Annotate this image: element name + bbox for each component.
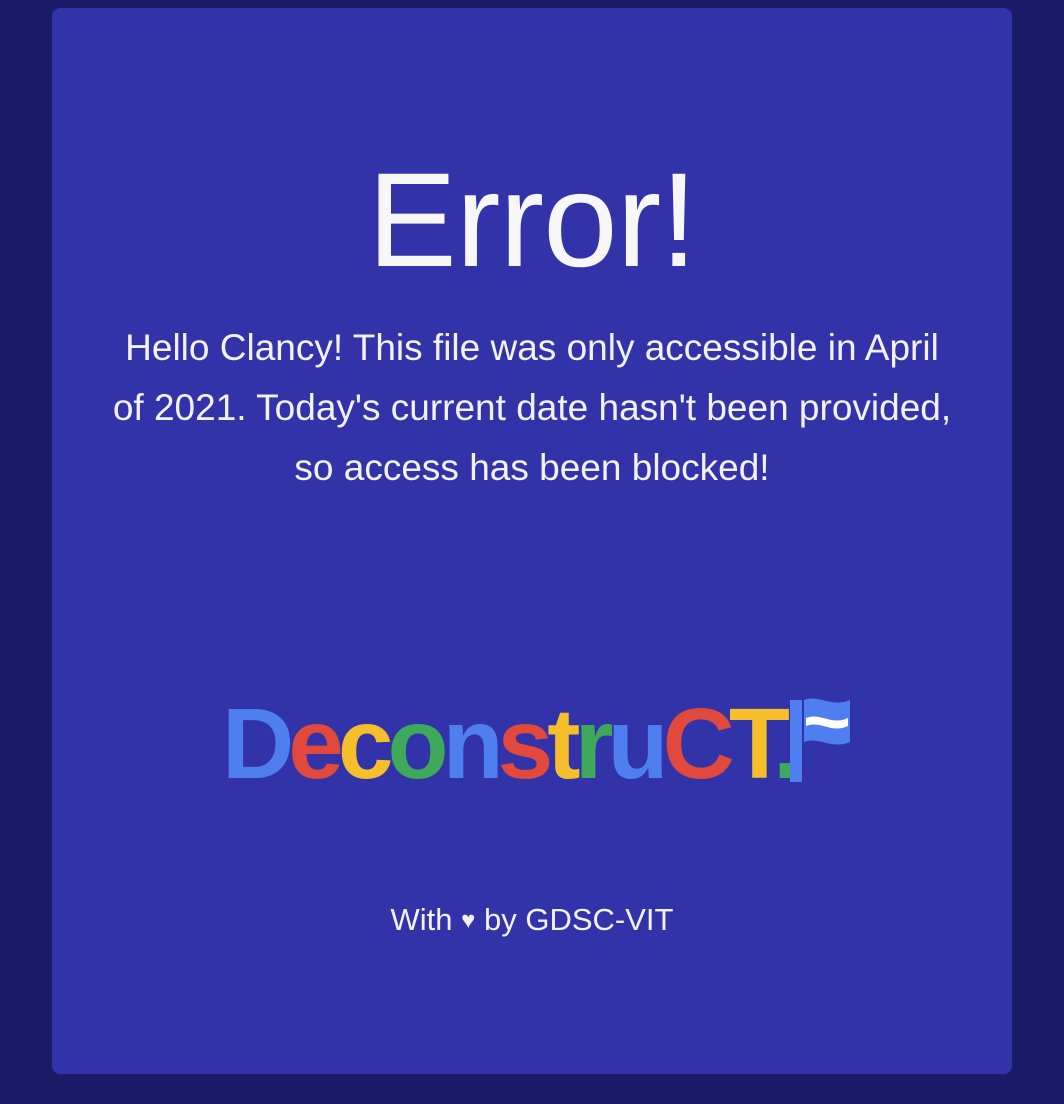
footer-prefix: With	[390, 902, 453, 937]
logo-letter: s	[498, 688, 550, 798]
footer-suffix: by GDSC-VIT	[484, 902, 674, 937]
logo-letter: n	[443, 688, 498, 798]
footer-credit: With ♥ by GDSC-VIT	[52, 900, 1012, 943]
heart-icon: ♥	[461, 907, 476, 934]
logo-letter: u	[608, 688, 663, 798]
svg-text:DeconstruCT.: DeconstruCT.	[222, 688, 795, 798]
logo-letter: e	[288, 688, 341, 798]
error-message: Hello Clancy! This file was only accessi…	[112, 327, 952, 488]
logo-letter: c	[338, 688, 391, 798]
logo-letter: C	[663, 688, 733, 798]
page-title: Error!	[367, 146, 698, 295]
flag-icon	[790, 698, 850, 782]
deconstruct-logo: DeconstruCT.	[222, 688, 862, 798]
logo-letter: o	[387, 688, 445, 798]
logo-svg: DeconstruCT.	[222, 688, 850, 798]
logo-letter: D	[222, 688, 291, 798]
error-card: Error! Hello Clancy! This file was only …	[52, 8, 1012, 1074]
